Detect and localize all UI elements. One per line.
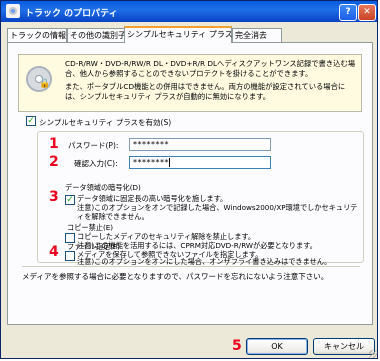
encryption-desc-1: データ領域に固定長の高い暗号化を施します。 [77, 194, 228, 203]
copy-protect-desc-1: コピーしたメディアのセキュリティ解除を禁止します。 [77, 232, 256, 241]
marker-3: 3 [49, 189, 59, 205]
confirm-label: 確認入力(C): [74, 159, 118, 168]
info-text: CD-R/RW・DVD-R/RW/R DL・DVD+R/R DLへディスクアット… [65, 59, 357, 105]
marker-5: 5 [232, 338, 242, 354]
file-specify-desc-2: 注意)このオプションをオンにした場合、オンザフライ書き込みはできません。 [77, 257, 332, 266]
resize-grip[interactable] [369, 350, 377, 358]
properties-dialog: トラック のプロパティ ? ✕ トラックの情報 その他の識別子 シンプルセキュリ… [0, 0, 378, 359]
copy-protect-label: コピー禁止(E) [67, 223, 114, 232]
tab-track-info[interactable]: トラックの情報 [7, 28, 67, 42]
text-caret [169, 158, 170, 167]
encryption-desc-2: 注意)このオプションをオンで記録した場合、Windows2000/XP環境でしか… [77, 203, 358, 221]
tab-complete-erase[interactable]: 完全消去 [232, 28, 282, 42]
marker-2: 2 [49, 154, 59, 170]
confirm-password-field[interactable]: ******** [129, 156, 271, 169]
disc-lock-icon [26, 66, 52, 92]
password-label: パスワード(P): [68, 141, 119, 150]
enable-security-checkbox[interactable]: ✓ [26, 116, 36, 126]
info-line-2: また、ポータブルCD機能との併用はできません。両方の機能が設定されている場合には… [65, 82, 346, 101]
window-title: トラック のプロパティ [25, 9, 118, 19]
encryption-checkbox[interactable]: ✓ [65, 195, 75, 205]
close-button[interactable]: ✕ [358, 4, 376, 21]
password-field[interactable]: ******** [129, 138, 271, 151]
enable-security-label: シンプルセキュリティ プラスを有効(S) [39, 118, 172, 127]
disc-icon [6, 4, 20, 18]
marker-4: 4 [49, 244, 59, 260]
tab-label: シンプルセキュリティ プラス [127, 30, 233, 39]
ok-button[interactable]: OK [246, 338, 308, 355]
tab-other-identifiers[interactable]: その他の識別子 [67, 28, 126, 42]
title-bar[interactable]: トラック のプロパティ ? ✕ [1, 1, 377, 22]
info-box: CD-R/RW・DVD-R/RW/R DL・DVD+R/R DLへディスクアット… [18, 54, 362, 112]
confirm-value: ******** [133, 158, 169, 167]
encryption-label: データ領域の暗号化(D) [65, 183, 141, 192]
file-specify-checkbox[interactable] [65, 251, 75, 261]
cancel-button[interactable]: キャンセル [313, 338, 375, 355]
tab-simple-security-plus[interactable]: シンプルセキュリティ プラス [124, 26, 233, 43]
footer-note: メディアを参照する場合に必要となりますので、パスワードを忘れにないよう注意下さい… [22, 272, 329, 281]
marker-1: 1 [49, 136, 59, 152]
separator [22, 266, 360, 268]
help-button[interactable]: ? [339, 4, 357, 21]
info-line-1: CD-R/RW・DVD-R/RW/R DL・DVD+R/R DLへディスクアット… [65, 59, 356, 78]
